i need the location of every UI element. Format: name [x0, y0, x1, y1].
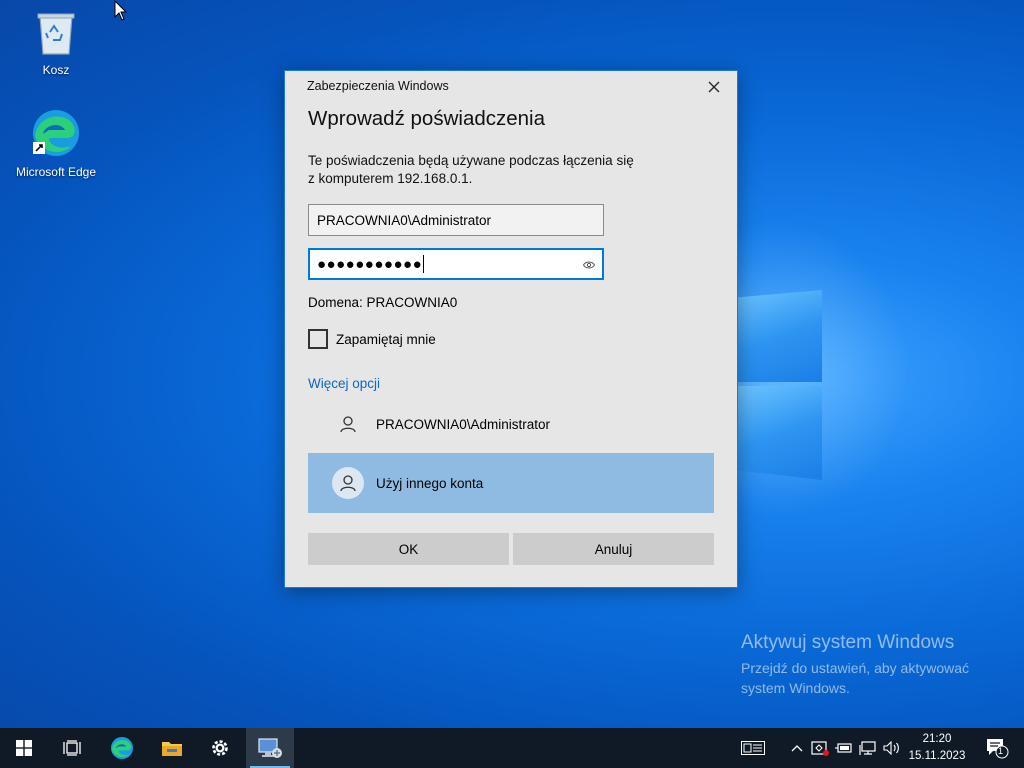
user-icon [332, 408, 364, 440]
mouse-cursor-icon [114, 0, 128, 21]
taskbar-remote-desktop-button[interactable] [246, 728, 294, 768]
account-label: PRACOWNIA0\Administrator [376, 416, 551, 432]
remember-checkbox[interactable] [308, 329, 328, 349]
edge-icon [33, 110, 79, 156]
show-hidden-icons-button[interactable] [785, 728, 809, 768]
dialog-caption: Zabezpieczenia Windows [307, 79, 449, 93]
news-icon [741, 741, 765, 755]
wallpaper-logo-pane [738, 386, 822, 480]
volume-icon [883, 741, 899, 755]
user-icon [332, 467, 364, 499]
taskbar: 21:20 15.11.2023 1 [0, 728, 1024, 768]
taskbar-clock[interactable]: 21:20 15.11.2023 [900, 731, 974, 765]
start-button[interactable] [0, 728, 48, 768]
activation-title: Aktywuj system Windows [741, 632, 955, 653]
settings-icon [212, 740, 228, 756]
taskbar-edge-button[interactable] [98, 728, 146, 768]
security-warning-icon [811, 741, 829, 756]
activation-subtitle: Przejdź do ustawień, aby aktywować syste… [741, 660, 969, 696]
recycle-bin-icon [37, 13, 75, 55]
reveal-password-button[interactable] [582, 258, 596, 273]
credentials-dialog: Zabezpieczenia Windows Wprowadź poświadc… [284, 70, 738, 588]
edge-icon [110, 736, 134, 760]
remember-me[interactable]: Zapamiętaj mnie [308, 329, 436, 349]
chevron-up-icon [791, 745, 803, 752]
wallpaper-logo-pane [738, 290, 822, 382]
account-option-selected[interactable]: Użyj innego konta [308, 453, 714, 513]
desktop: Kosz Microsoft Edge Aktywuj system Windo… [0, 0, 1024, 728]
text-caret [423, 255, 425, 273]
desktop-icon-label: Kosz [42, 63, 70, 77]
description-line: Te poświadczenia będą używane podczas łą… [308, 153, 634, 168]
close-icon [708, 81, 720, 93]
eye-icon [582, 261, 596, 269]
desktop-icon-label: Microsoft Edge [15, 165, 97, 179]
start-icon [16, 740, 32, 756]
notification-count-badge: 1 [998, 746, 1004, 756]
desktop-icon-recycle-bin[interactable]: Kosz [10, 8, 102, 77]
clock-time: 21:20 [922, 733, 952, 745]
password-field[interactable]: ●●●●●●●●●●● [308, 248, 604, 280]
taskbar-file-explorer-button[interactable] [148, 728, 196, 768]
battery-tray-button[interactable] [832, 728, 856, 768]
battery-icon [835, 743, 852, 753]
description-line: z komputerem 192.168.0.1. [308, 171, 473, 186]
file-explorer-icon [162, 742, 182, 756]
close-button[interactable] [699, 75, 729, 99]
activation-watermark: Aktywuj system Windows Przejdź do ustawi… [741, 632, 1001, 698]
more-options-link[interactable]: Więcej opcji [308, 376, 380, 391]
security-tray-button[interactable] [808, 728, 832, 768]
clock-date: 15.11.2023 [908, 750, 966, 762]
username-field[interactable]: PRACOWNIA0\Administrator [308, 204, 604, 236]
username-value: PRACOWNIA0\Administrator [317, 212, 492, 228]
desktop-icon-edge[interactable]: Microsoft Edge [10, 108, 102, 179]
dialog-description: Te poświadczenia będą używane podczas łą… [308, 152, 688, 188]
account-label: Użyj innego konta [376, 475, 484, 491]
dialog-title: Wprowadź poświadczenia [308, 107, 546, 130]
notification-center-button[interactable]: 1 [982, 728, 1012, 768]
taskbar-settings-button[interactable] [196, 728, 244, 768]
remember-label: Zapamiętaj mnie [336, 331, 436, 347]
network-tray-button[interactable] [856, 728, 880, 768]
ok-button[interactable]: OK [308, 533, 509, 565]
news-widget-button[interactable] [740, 728, 766, 768]
notification-icon [987, 739, 1009, 759]
domain-text: Domena: PRACOWNIA0 [308, 295, 458, 310]
password-value: ●●●●●●●●●●● [317, 255, 423, 273]
network-icon [859, 741, 876, 755]
account-option[interactable]: PRACOWNIA0\Administrator [308, 394, 714, 454]
remote-desktop-icon [258, 738, 282, 758]
cancel-button[interactable]: Anuluj [513, 533, 714, 565]
task-view-button[interactable] [48, 728, 96, 768]
task-view-icon [63, 740, 81, 756]
